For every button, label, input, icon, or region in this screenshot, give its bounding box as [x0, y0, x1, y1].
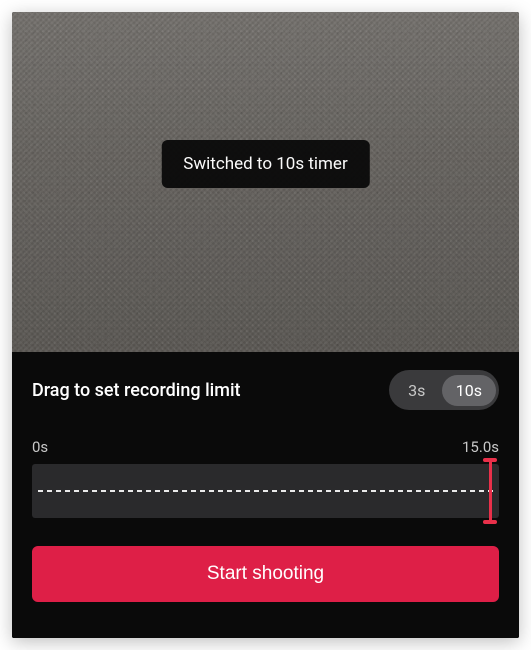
timer-panel: Drag to set recording limit 3s 10s 0s 15… [12, 352, 519, 638]
timer-option-3s[interactable]: 3s [392, 375, 442, 406]
camera-preview[interactable]: Switched to 10s timer [12, 12, 519, 352]
panel-top-row: Drag to set recording limit 3s 10s [32, 370, 499, 410]
drag-instruction-label: Drag to set recording limit [32, 380, 241, 401]
handle-bar [489, 462, 492, 520]
timer-segmented-control[interactable]: 3s 10s [389, 370, 499, 410]
timeline-ticks [38, 490, 493, 492]
handle-cap-bottom [483, 520, 497, 524]
start-shooting-button[interactable]: Start shooting [32, 546, 499, 602]
toast-message: Switched to 10s timer [161, 140, 369, 188]
timeline-end-label: 15.0s [462, 438, 499, 456]
timeline-start-label: 0s [32, 438, 48, 456]
timer-option-10s[interactable]: 10s [442, 375, 496, 406]
toast-text: Switched to 10s timer [183, 154, 347, 174]
recording-limit-timeline[interactable] [32, 464, 499, 518]
screenshot-frame: Switched to 10s timer Drag to set record… [0, 0, 531, 650]
timeline-drag-handle[interactable] [483, 458, 497, 524]
timeline-labels: 0s 15.0s [32, 438, 499, 456]
app-screen: Switched to 10s timer Drag to set record… [12, 12, 519, 638]
